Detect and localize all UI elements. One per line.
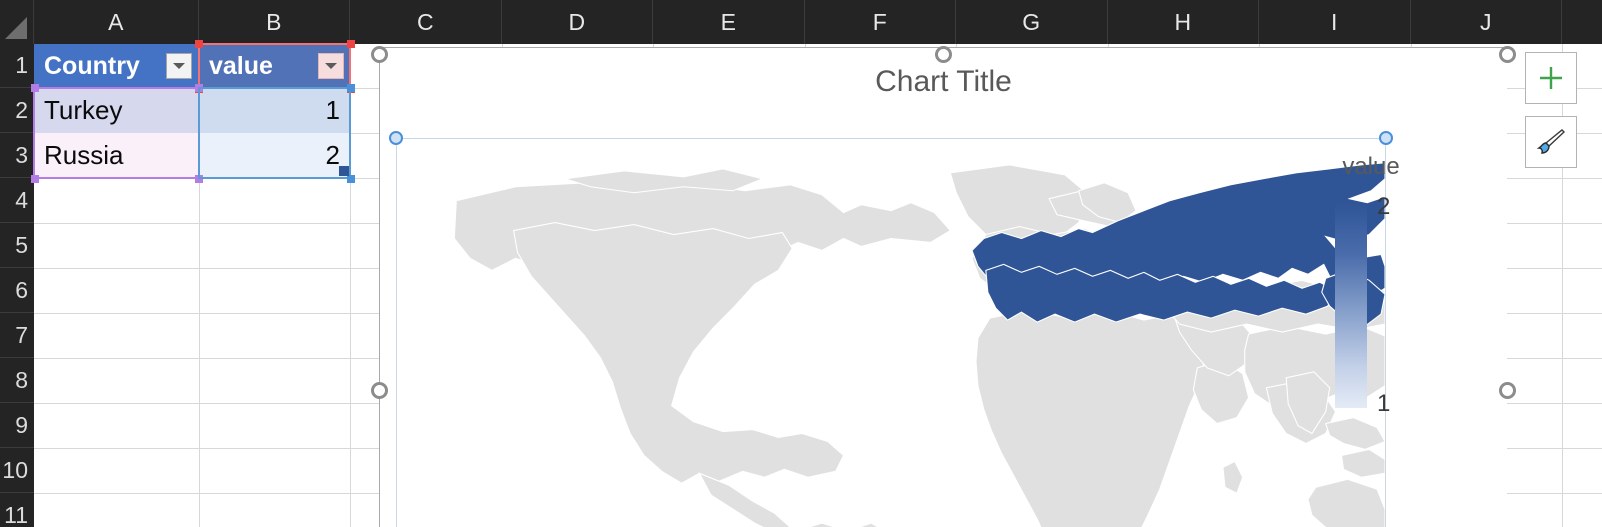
row-header-10[interactable]: 10 (0, 448, 34, 493)
cell-B3[interactable]: 2 (199, 133, 350, 178)
chart-elements-button[interactable] (1525, 52, 1577, 104)
cell-A1-text: Country (44, 51, 140, 80)
fill-handle[interactable] (339, 166, 349, 176)
plot-handle-tr[interactable] (1379, 131, 1393, 145)
column-header-c[interactable]: C (350, 0, 502, 44)
plot-handle-tl[interactable] (389, 131, 403, 145)
world-map (453, 162, 1385, 527)
chart-handle-tr[interactable] (1499, 46, 1516, 63)
column-header-row: ABCDEFGHIJ (0, 0, 1602, 44)
series-name-handle-tr[interactable] (347, 40, 355, 48)
column-header-d[interactable]: D (502, 0, 653, 44)
legend-gradient-bar (1335, 203, 1367, 408)
filter-button-country[interactable] (166, 53, 192, 79)
values-handle-tr[interactable] (347, 84, 355, 92)
column-header-g[interactable]: G (956, 0, 1108, 44)
cell-A2-text: Turkey (44, 95, 123, 125)
chart-quick-buttons (1525, 52, 1579, 180)
row-header-7[interactable]: 7 (0, 313, 34, 358)
cell-A3-text: Russia (44, 140, 124, 170)
row-header-5[interactable]: 5 (0, 223, 34, 268)
row-header-11[interactable]: 11 (0, 493, 34, 527)
row-header-6[interactable]: 6 (0, 268, 34, 313)
column-header-i[interactable]: I (1259, 0, 1411, 44)
category-handle-tl[interactable] (31, 84, 39, 92)
chart-object[interactable]: Chart Title value 2 1 (379, 47, 1507, 527)
row-header-9[interactable]: 9 (0, 403, 34, 448)
row-header-2[interactable]: 2 (0, 88, 34, 133)
row-header-8[interactable]: 8 (0, 358, 34, 403)
row-header-column: 1 2 3 4 5 6 7 8 9 10 11 (0, 44, 34, 527)
column-header-h[interactable]: H (1108, 0, 1259, 44)
filter-button-value[interactable] (318, 53, 344, 79)
chart-title[interactable]: Chart Title (380, 65, 1507, 99)
values-handle-br[interactable] (347, 175, 355, 183)
chart-handle-tl[interactable] (371, 46, 388, 63)
legend-max-label: 2 (1377, 193, 1391, 220)
plus-icon (1540, 67, 1562, 89)
row-header-4[interactable]: 4 (0, 178, 34, 223)
cell-B3-text: 2 (325, 140, 340, 170)
cell-B2-text: 1 (325, 95, 340, 125)
category-handle-tr[interactable] (195, 84, 203, 92)
legend-min-label: 1 (1377, 390, 1391, 417)
column-header-b[interactable]: B (199, 0, 350, 44)
series-name-handle-tl[interactable] (195, 40, 203, 48)
excel-window: ABCDEFGHIJ 1 2 3 4 5 6 7 8 9 10 11 Country value T (0, 0, 1602, 527)
column-header-e[interactable]: E (653, 0, 805, 44)
category-handle-bl[interactable] (31, 175, 39, 183)
column-header-j[interactable]: J (1411, 0, 1562, 44)
chart-handle-mr[interactable] (1499, 382, 1516, 399)
category-handle-br[interactable] (195, 175, 203, 183)
chart-handle-ml[interactable] (371, 382, 388, 399)
cell-A2[interactable]: Turkey (34, 88, 199, 133)
cell-B1-text: value (209, 51, 273, 80)
gridline-v (350, 44, 351, 527)
legend-title: value (1342, 153, 1400, 180)
select-all-triangle-icon (5, 17, 27, 39)
column-header-f[interactable]: F (805, 0, 956, 44)
chart-styles-button[interactable] (1525, 116, 1577, 168)
plot-area[interactable] (396, 138, 1386, 527)
filter-dropdown-icon (325, 63, 337, 69)
row-header-1[interactable]: 1 (0, 44, 34, 88)
cell-A3[interactable]: Russia (34, 133, 199, 178)
chart-handle-tc[interactable] (935, 46, 952, 63)
paintbrush-icon (1536, 129, 1566, 154)
filter-dropdown-icon (173, 63, 185, 69)
column-header-a[interactable]: A (34, 0, 199, 44)
select-all-button[interactable] (0, 0, 34, 44)
cell-B2[interactable]: 1 (199, 88, 350, 133)
row-header-3[interactable]: 3 (0, 133, 34, 178)
chart-legend[interactable]: value 2 1 (1311, 153, 1431, 417)
